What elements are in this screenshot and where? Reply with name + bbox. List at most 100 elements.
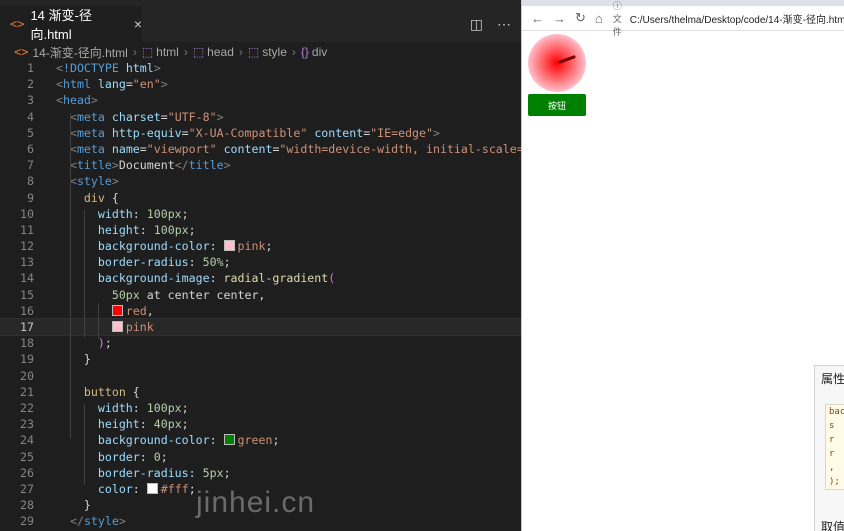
color-swatch[interactable] xyxy=(111,304,123,316)
code-line[interactable]: 8 <style> xyxy=(0,173,521,189)
code-line[interactable]: 19 } xyxy=(0,351,521,367)
code-token: < xyxy=(69,174,77,189)
code-token: ; xyxy=(265,239,273,254)
code-token: ; xyxy=(272,433,280,448)
address-bar[interactable]: C:/Users/thelma/Desktop/code/14-渐变-径向.ht… xyxy=(630,11,844,26)
breadcrumb-item[interactable]: 14-渐变-径向.html xyxy=(32,44,127,61)
breadcrumb-separator: › xyxy=(291,45,296,59)
close-icon[interactable]: × xyxy=(134,16,142,32)
code-token: > xyxy=(153,61,161,75)
code-token: } xyxy=(83,352,91,367)
code-line[interactable]: 7 <title>Document</title> xyxy=(0,157,521,173)
code-line[interactable]: 25 border: 0; xyxy=(0,449,521,465)
home-icon[interactable]: ⌂ xyxy=(595,11,603,26)
code-token: { xyxy=(111,190,119,205)
code-token: border xyxy=(97,449,140,464)
code-line[interactable]: 14 background-image: radial-gradient( xyxy=(0,270,521,286)
code-line[interactable]: 9 div { xyxy=(0,190,521,206)
code-token: > xyxy=(118,514,126,529)
code-line[interactable]: 12 background-color: pink; xyxy=(0,238,521,254)
editor-tab-active[interactable]: <> 14 渐变-径向.html × xyxy=(0,6,142,42)
line-number: 10 xyxy=(20,206,34,221)
line-number: 4 xyxy=(27,109,34,124)
info-icon[interactable]: ⓘ 文件 xyxy=(613,0,622,38)
code-line[interactable]: 6 <meta name="viewport" content="width=d… xyxy=(0,141,521,157)
code-token: height xyxy=(97,417,140,432)
line-number: 5 xyxy=(27,125,34,140)
breadcrumb-separator: › xyxy=(132,45,137,59)
code-line[interactable]: 4 <meta charset="UTF-8"> xyxy=(0,109,521,125)
code-token: !DOCTYPE xyxy=(62,61,126,75)
panel-code-line: s xyxy=(829,421,835,431)
code-line[interactable]: 10 width: 100px; xyxy=(0,206,521,222)
line-number: 12 xyxy=(20,239,34,254)
code-token: "X-UA-Compatible" xyxy=(188,125,308,140)
code-line[interactable]: 23 height: 40px; xyxy=(0,416,521,432)
breadcrumb-item[interactable]: style xyxy=(262,45,287,59)
code-token: pink xyxy=(237,239,266,254)
code-line[interactable]: 24 background-color: green; xyxy=(0,432,521,448)
code-line[interactable]: 17 pink xyxy=(0,317,521,337)
symbol-icon: ⬚ xyxy=(247,45,260,59)
line-number: 8 xyxy=(27,174,34,189)
code-token: html xyxy=(62,77,98,92)
code-line[interactable]: 26 border-radius: 5px; xyxy=(0,465,521,481)
code-token: ; xyxy=(181,206,189,221)
forward-icon[interactable]: → xyxy=(553,11,566,26)
code-line[interactable]: 16 red, xyxy=(0,303,521,319)
code-line[interactable]: 2 <html lang="en"> xyxy=(0,76,521,92)
line-number: 29 xyxy=(20,514,34,529)
panel-code-line: ); xyxy=(829,477,840,487)
code-line[interactable]: 1 <!DOCTYPE html> xyxy=(0,60,521,76)
html-file-icon: <> xyxy=(14,45,29,59)
code-token: </ xyxy=(69,514,84,529)
color-swatch[interactable] xyxy=(223,240,235,252)
code-token: meta xyxy=(76,109,112,124)
code-token: at center center, xyxy=(139,287,266,302)
code-token: meta xyxy=(76,141,112,156)
code-token: : xyxy=(209,271,224,286)
breadcrumb-item[interactable]: html xyxy=(156,45,179,59)
breadcrumb-item[interactable]: div xyxy=(312,45,327,59)
code-token: : xyxy=(188,465,203,480)
code-line[interactable]: 15 50px at center center, xyxy=(0,287,521,303)
code-token: </ xyxy=(174,158,189,173)
code-token: lang xyxy=(97,77,126,92)
code-token: < xyxy=(69,125,77,140)
line-number: 11 xyxy=(20,222,34,237)
code-area[interactable]: 1 <!DOCTYPE html> 2 <html lang="en"> 3 <head>… xyxy=(0,60,521,529)
code-token: : xyxy=(139,449,154,464)
code-line[interactable]: 21 button { xyxy=(0,384,521,400)
back-icon[interactable]: ← xyxy=(531,11,544,26)
color-swatch[interactable] xyxy=(111,321,123,332)
code-token: ( xyxy=(328,271,336,286)
demo-button[interactable]: 按钮 xyxy=(528,94,586,116)
code-line[interactable]: 22 width: 100px; xyxy=(0,400,521,416)
code-line[interactable]: 11 height: 100px; xyxy=(0,222,521,238)
code-token: : xyxy=(132,400,147,415)
color-swatch[interactable] xyxy=(223,434,235,446)
code-line[interactable]: 13 border-radius: 50%; xyxy=(0,254,521,270)
code-line[interactable]: 18 ); xyxy=(0,335,521,351)
symbol-icon: ⬚ xyxy=(141,45,154,59)
indent-guide xyxy=(70,113,71,438)
code-token: style xyxy=(83,514,119,529)
code-line[interactable]: 3 <head> xyxy=(0,92,521,108)
more-actions-icon[interactable]: ⋯ xyxy=(497,16,511,33)
breadcrumb-item[interactable]: head xyxy=(207,45,234,59)
code-line[interactable]: 5 <meta http-equiv="X-UA-Compatible" con… xyxy=(0,125,521,141)
code-token: = xyxy=(160,109,168,124)
code-line[interactable]: 20 xyxy=(0,368,521,384)
split-editor-icon[interactable]: ◫ xyxy=(470,16,483,33)
color-swatch[interactable] xyxy=(146,482,158,494)
reload-icon[interactable]: ↻ xyxy=(575,10,586,26)
code-token: ; xyxy=(223,465,231,480)
